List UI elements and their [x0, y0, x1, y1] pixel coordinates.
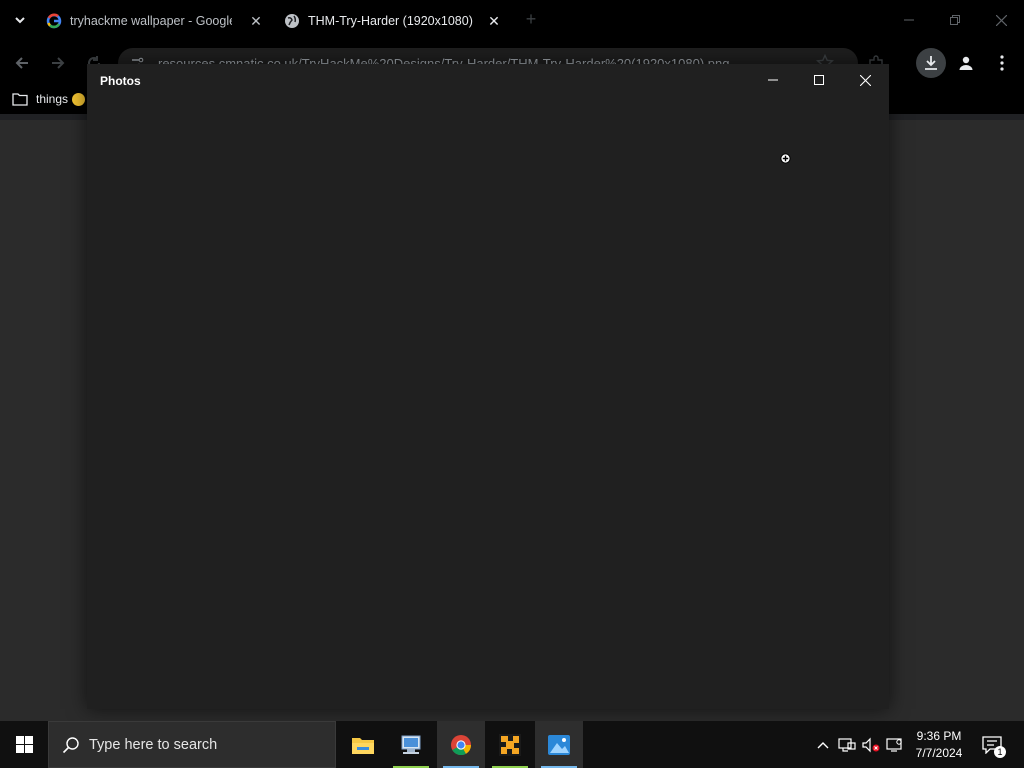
emoji-icon [72, 92, 86, 106]
tab-google-search[interactable]: tryhackme wallpaper - Google ✕ [46, 6, 266, 36]
maximize-icon [814, 75, 824, 85]
search-placeholder: Type here to search [89, 736, 218, 753]
minimize-icon [768, 79, 778, 81]
windows-taskbar: Type here to search 9:36 PM 7/7/2024 1 [0, 721, 1024, 768]
network-icon[interactable] [837, 735, 857, 755]
file-explorer-icon [352, 737, 374, 754]
windows-logo-icon [15, 736, 33, 753]
taskbar-search-box[interactable]: Type here to search [48, 721, 336, 768]
maximize-button[interactable] [796, 64, 842, 96]
folder-icon [12, 93, 28, 106]
minimize-button[interactable] [750, 64, 796, 96]
download-icon[interactable] [916, 48, 946, 78]
start-button[interactable] [0, 721, 48, 768]
photos-titlebar[interactable]: Photos [87, 64, 889, 96]
taskbar-file-explorer[interactable] [339, 721, 387, 768]
remote-desktop-icon [401, 735, 421, 754]
browser-restore-icon[interactable] [941, 8, 969, 32]
action-center-button[interactable]: 1 [980, 734, 1006, 758]
tab-title: tryhackme wallpaper - Google [70, 14, 232, 28]
forward-arrow-icon[interactable] [46, 51, 70, 75]
show-hidden-icons-chevron-icon[interactable] [813, 735, 833, 755]
bookmark-folder-things[interactable]: things [12, 92, 86, 106]
globe-icon [284, 13, 300, 29]
tab-strip: tryhackme wallpaper - Google ✕ THM-Try-H… [0, 0, 1024, 40]
close-tab-icon[interactable]: ✕ [486, 13, 502, 29]
taskbar-vmware[interactable] [486, 721, 534, 768]
search-icon [61, 735, 81, 755]
tab-title: THM-Try-Harder (1920x1080).p [308, 14, 474, 28]
back-arrow-icon[interactable] [10, 51, 34, 75]
chevron-down-icon [15, 17, 25, 24]
chrome-icon [451, 734, 472, 755]
photos-icon [548, 734, 570, 755]
window-title: Photos [100, 74, 141, 88]
close-icon [859, 74, 871, 86]
taskbar-chrome[interactable] [437, 721, 485, 768]
browser-minimize-icon[interactable] [895, 8, 923, 32]
photos-app-window: Photos [87, 64, 889, 709]
new-tab-button[interactable]: + [521, 10, 541, 30]
tab-search-button[interactable] [8, 8, 32, 32]
system-clock[interactable]: 9:36 PM 7/7/2024 [908, 728, 970, 762]
bookmark-label: things [36, 92, 69, 106]
clock-time: 9:36 PM [916, 729, 962, 743]
google-g-icon [46, 13, 62, 29]
tab-image-file[interactable]: THM-Try-Harder (1920x1080).p ✕ [284, 6, 502, 36]
display-settings-icon[interactable] [885, 735, 905, 755]
volume-muted-icon[interactable] [861, 735, 881, 755]
taskbar-photos[interactable] [535, 721, 583, 768]
clock-date: 7/7/2024 [915, 746, 963, 760]
browser-close-icon[interactable] [987, 8, 1015, 32]
profile-icon[interactable] [952, 49, 980, 77]
close-tab-icon[interactable]: ✕ [248, 13, 264, 29]
taskbar-remote-desktop[interactable] [387, 721, 435, 768]
busy-cursor-icon [780, 151, 791, 164]
close-button[interactable] [842, 64, 888, 96]
menu-kebab-icon[interactable] [988, 49, 1016, 77]
notification-count-badge: 1 [994, 746, 1006, 758]
vmware-icon [499, 733, 521, 756]
